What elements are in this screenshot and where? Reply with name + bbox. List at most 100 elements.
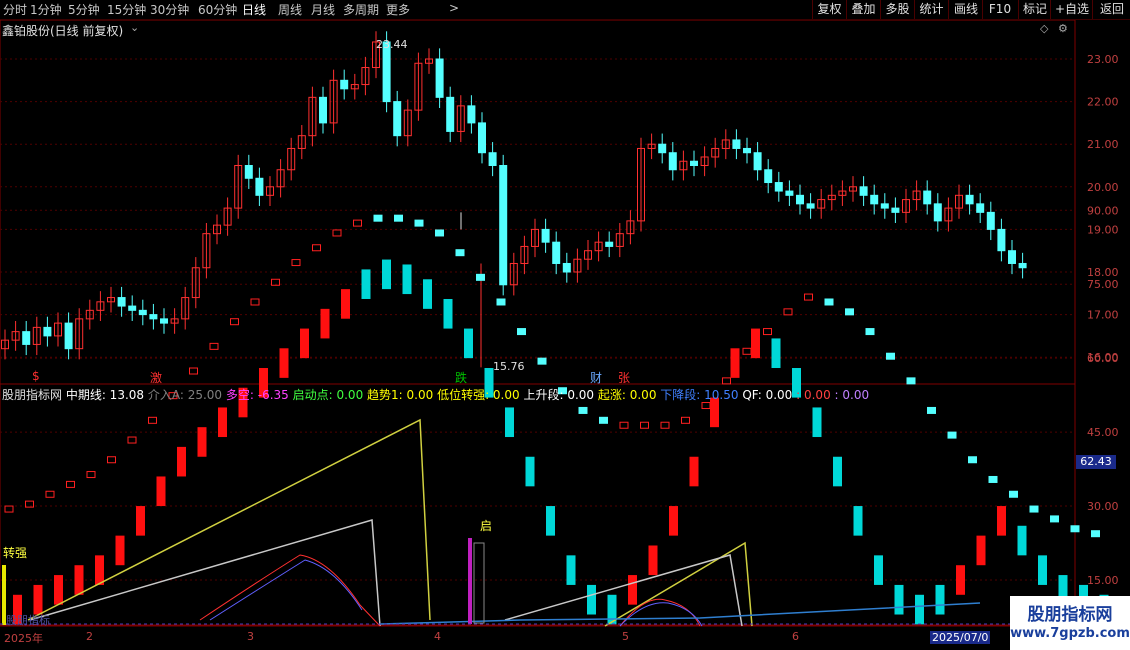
tab-2[interactable]: 5分钟 (68, 1, 100, 18)
candle-body (668, 152, 677, 171)
outer-bar (435, 229, 444, 237)
chevron-right-icon[interactable]: > (449, 1, 459, 15)
indicator-header: 股朋指标网 中期线: 13.08 介入A: 25.00 多空: -6.35 启动… (2, 386, 869, 403)
outer-bar (927, 406, 936, 414)
candle-body (446, 96, 455, 132)
candle-body (117, 297, 126, 307)
candle-body (562, 262, 571, 273)
tab-6[interactable]: 日线 (242, 1, 266, 18)
qi-label: 启 (480, 519, 493, 533)
outer-bar (906, 377, 916, 385)
outer-bar (394, 214, 403, 222)
inner-block (115, 535, 125, 566)
inner-block (197, 427, 207, 457)
inner-block (669, 506, 678, 536)
outer-bar (291, 259, 301, 267)
chart-area: 23.0022.0021.0020.0019.0018.0017.0016.00… (0, 20, 1119, 627)
signal-marker-0: $ (32, 369, 40, 383)
date-label-4: 5 (622, 630, 629, 643)
tab-0[interactable]: 分时 (3, 1, 27, 18)
outer-bar (660, 421, 670, 429)
outer-bar (640, 421, 649, 429)
signal-marker-1: 激 (150, 371, 163, 385)
tab-9[interactable]: 多周期 (343, 1, 379, 18)
indicator-item-5: 低位转强: 0.00 (437, 388, 524, 402)
chevron-down-icon[interactable]: ⌄ (130, 21, 139, 34)
outer-bar (476, 273, 485, 281)
date-label-3: 4 (434, 630, 441, 643)
candle-body (552, 241, 561, 264)
tab-10[interactable]: 更多 (386, 1, 410, 18)
indicator-item-8: 下降段: 10.50 (660, 388, 743, 402)
indicator-name: 股朋指标网 (2, 388, 66, 402)
toolbar-button-1[interactable]: 叠加 (846, 0, 880, 19)
candle-body (774, 182, 783, 192)
outer-bar (783, 308, 793, 316)
candle-body (965, 194, 974, 205)
candle-body (478, 122, 486, 154)
toolbar-button-6[interactable]: +自选 (1050, 0, 1093, 19)
outer-bar (373, 214, 383, 222)
outer-bar (66, 480, 75, 488)
inner-block (915, 594, 924, 625)
candle-body (806, 203, 815, 209)
chart-title: 鑫铂股份(日线 前复权) (2, 24, 124, 38)
toolbar-button-2[interactable]: 多股 (880, 0, 914, 19)
candle-body (467, 105, 476, 124)
inner-block (751, 328, 760, 359)
outer-bar (599, 416, 608, 424)
indicator-item-10: : 0.00 (796, 388, 835, 402)
toolbar-button-0[interactable]: 复权 (812, 0, 846, 19)
inner-block (156, 476, 166, 507)
inner-block (279, 348, 289, 378)
outer-bar (845, 308, 854, 316)
toolbar-button-3[interactable]: 统计 (914, 0, 948, 19)
indicator-tick: 75.00 (1087, 278, 1119, 291)
settings-icon[interactable]: ⚙ (1058, 22, 1068, 35)
indicator-item-0: 中期线: 13.08 (65, 388, 148, 402)
signal-marker-4: 张 (618, 371, 631, 385)
inner-block (464, 328, 473, 359)
outer-bar (865, 328, 875, 336)
candle-body (149, 314, 158, 320)
outer-bar (517, 328, 526, 336)
outer-bar (1070, 525, 1080, 533)
date-label-1: 2 (86, 630, 93, 643)
tab-4[interactable]: 30分钟 (150, 1, 189, 18)
candle-body (732, 139, 741, 149)
candle-body (138, 309, 147, 316)
inner-block (853, 506, 863, 536)
indicator-tick: 30.00 (1087, 500, 1119, 513)
candle-body (933, 203, 942, 222)
inner-block (505, 407, 514, 438)
tab-7[interactable]: 周线 (278, 1, 302, 18)
magenta-bar (468, 538, 472, 624)
candle-body (796, 194, 804, 205)
inner-block (628, 575, 637, 605)
outer-bar (1091, 530, 1100, 538)
tab-5[interactable]: 60分钟 (198, 1, 237, 18)
current-date: 2025/07/0 (930, 631, 991, 644)
inner-block (894, 584, 904, 615)
toolbar-button-5[interactable]: F10 (982, 0, 1017, 19)
candle-body (753, 152, 762, 171)
price-tick: 22.00 (1087, 96, 1119, 109)
inner-block (402, 264, 412, 295)
candle-body (764, 169, 773, 184)
inner-block (218, 407, 227, 438)
tab-1[interactable]: 1分钟 (30, 1, 62, 18)
tag-button[interactable]: 标记 (1018, 0, 1051, 19)
diamond-icon[interactable]: ◇ (1040, 22, 1048, 35)
inner-block (689, 456, 699, 487)
candle-body (1008, 250, 1016, 264)
price-tick: 19.00 (1087, 223, 1119, 236)
toolbar-button-4[interactable]: 画线 (948, 0, 983, 19)
candle-body (22, 331, 31, 345)
tab-3[interactable]: 15分钟 (107, 1, 146, 18)
tab-8[interactable]: 月线 (311, 1, 335, 18)
outer-bar (537, 357, 547, 365)
toolbar-button-7[interactable]: 返回 (1092, 0, 1130, 19)
candle-body (891, 207, 900, 213)
outer-bar (209, 342, 219, 350)
outer-bar (250, 298, 260, 306)
